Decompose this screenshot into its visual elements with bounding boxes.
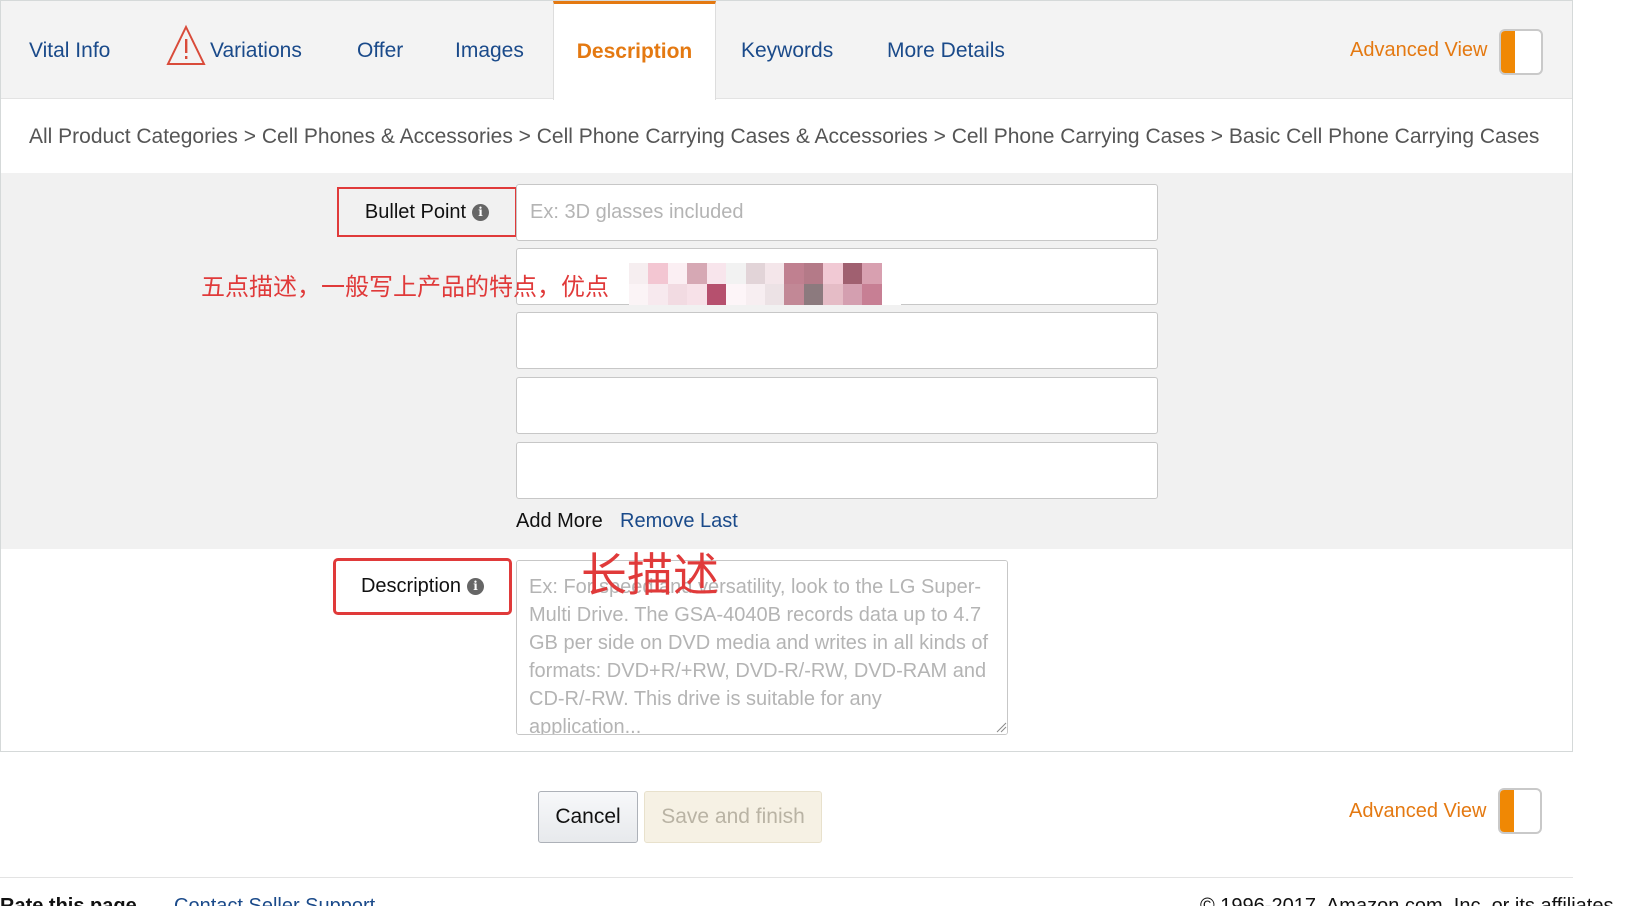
- copyright-text: © 1996-2017, Amazon.com, Inc. or its aff…: [1200, 895, 1614, 906]
- cancel-button[interactable]: Cancel: [538, 791, 638, 843]
- tab-vital-info[interactable]: Vital Info: [29, 1, 110, 99]
- tab-variations[interactable]: Variations: [210, 1, 302, 99]
- bullet-point-input-1[interactable]: [516, 184, 1158, 241]
- breadcrumb: All Product Categories > Cell Phones & A…: [29, 125, 1540, 148]
- rate-this-page-link[interactable]: Rate this page: [0, 895, 137, 906]
- info-icon[interactable]: i: [472, 203, 490, 221]
- bullet-point-input-3[interactable]: [516, 312, 1158, 369]
- advanced-view-toggle[interactable]: [1499, 29, 1543, 75]
- resize-handle-icon[interactable]: [995, 721, 1007, 733]
- description-label: Description i: [333, 558, 512, 615]
- advanced-view-toggle-bottom[interactable]: [1498, 788, 1542, 834]
- save-and-finish-button[interactable]: Save and finish: [644, 791, 822, 843]
- tab-images[interactable]: Images: [455, 1, 524, 99]
- pixelated-redaction: [629, 263, 901, 305]
- toggle-knob: [1500, 790, 1514, 832]
- bullet-point-label-text: Bullet Point: [364, 200, 467, 223]
- advanced-view-label-bottom: Advanced View: [1349, 800, 1487, 822]
- listing-panel: Vital Info Variations Offer Images Descr…: [0, 0, 1573, 752]
- description-annotation: 长描述: [581, 548, 719, 602]
- add-more-label: Add More: [516, 510, 603, 532]
- tab-description[interactable]: Description: [553, 1, 716, 100]
- toggle-knob: [1501, 31, 1515, 73]
- footer-divider: [0, 877, 1573, 878]
- contact-seller-support-link[interactable]: Contact Seller Support: [174, 895, 375, 906]
- tab-more-details[interactable]: More Details: [887, 1, 1005, 99]
- remove-last-link[interactable]: Remove Last: [620, 510, 738, 533]
- tab-bar: Vital Info Variations Offer Images Descr…: [1, 1, 1572, 100]
- bullet-point-input-5[interactable]: [516, 442, 1158, 499]
- tab-keywords[interactable]: Keywords: [741, 1, 833, 99]
- info-icon[interactable]: i: [467, 578, 485, 595]
- bullet-point-label: Bullet Point i: [337, 187, 517, 237]
- tab-offer[interactable]: Offer: [357, 1, 403, 99]
- warning-triangle-icon: [166, 24, 206, 65]
- bullet-point-input-4[interactable]: [516, 377, 1158, 434]
- bullet-point-annotation: 五点描述，一般写上产品的特点，优点: [201, 273, 609, 301]
- description-label-text: Description: [360, 575, 462, 597]
- advanced-view-label: Advanced View: [1350, 39, 1488, 61]
